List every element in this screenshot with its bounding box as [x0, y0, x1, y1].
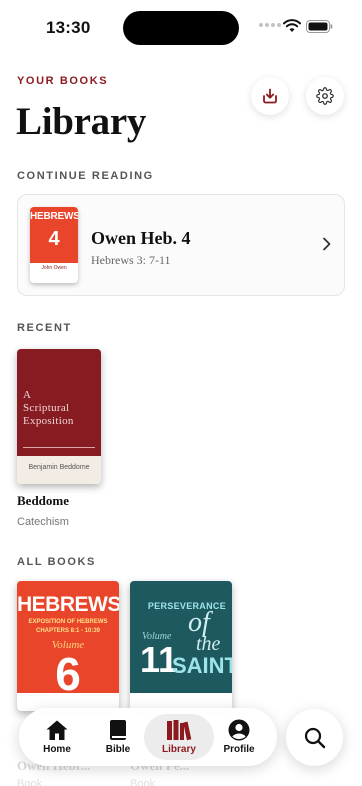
battery-icon [306, 20, 333, 33]
book-cover-hebrews[interactable]: HEBREWS EXPOSITION OF HEBREWS CHAPTERS 8… [17, 581, 119, 711]
continue-reading-card[interactable]: HEBREWS 4 John Owen Owen Heb. 4 Hebrews … [17, 194, 345, 296]
book-title: Owen Heb. 4 [91, 228, 191, 248]
cover-saints: SAINTS [172, 653, 232, 678]
tab-bible[interactable]: Bible [88, 714, 148, 760]
tab-bar: Home Bible Library Profile [19, 708, 277, 766]
book-title: Beddome [17, 493, 69, 508]
tab-label: Profile [223, 744, 255, 755]
book-category: Book [130, 778, 156, 786]
search-button[interactable] [286, 709, 343, 766]
book-category: Catechism [17, 516, 69, 528]
header-eyebrow: YOUR BOOKS [17, 75, 109, 87]
cover-author: John Owen [41, 265, 67, 271]
gear-icon [316, 87, 334, 105]
tab-profile[interactable]: Profile [209, 714, 269, 760]
tab-label: Bible [105, 744, 131, 755]
home-icon [46, 720, 68, 740]
bible-icon [110, 720, 126, 740]
cover-title: HEBREWS [30, 211, 78, 222]
search-icon [304, 727, 325, 748]
status-time: 13:30 [46, 18, 91, 37]
cover-number: 6 [55, 648, 81, 700]
tab-label: Home [43, 744, 71, 755]
settings-button[interactable] [306, 77, 344, 115]
book-cover-beddome[interactable]: A Scriptural Exposition Benjamin Beddome [17, 349, 101, 484]
book-progress: Hebrews 3: 7-11 [91, 253, 171, 267]
cover-title: PERSEVERANCE [147, 601, 226, 611]
book-cover-perseverance[interactable]: PERSEVERANCE of the Volume 11 SAINTS [130, 581, 232, 711]
cover-line: Exposition [23, 415, 74, 427]
book-cover: HEBREWS 4 John Owen [30, 207, 78, 283]
cover-number: 4 [48, 228, 60, 250]
cover-divider [23, 447, 95, 448]
tab-library[interactable]: Library [144, 714, 214, 760]
cover-title: HEBREWS [17, 593, 119, 616]
chevron-right-icon [323, 237, 331, 251]
cover-subtitle: EXPOSITION OF HEBREWS [28, 619, 108, 625]
tab-label: Library [162, 744, 196, 755]
book-category: Book [17, 778, 43, 786]
signal-icon [259, 23, 281, 27]
tab-home[interactable]: Home [27, 714, 87, 760]
page-title: Library [16, 100, 147, 143]
dynamic-island [123, 11, 239, 45]
library-icon [167, 720, 192, 741]
download-icon [263, 88, 277, 104]
cover-subtitle: CHAPTERS 8:1 - 10:39 [35, 628, 101, 634]
cover-line: Scriptural [23, 402, 70, 414]
wifi-icon [283, 19, 301, 32]
all-books-label: ALL BOOKS [17, 556, 96, 568]
profile-icon [228, 719, 250, 741]
cover-line: A [23, 389, 32, 401]
recent-label: RECENT [17, 322, 72, 334]
continue-reading-label: CONTINUE READING [17, 170, 154, 182]
cover-author: Benjamin Beddome [28, 464, 90, 471]
download-button[interactable] [251, 77, 289, 115]
